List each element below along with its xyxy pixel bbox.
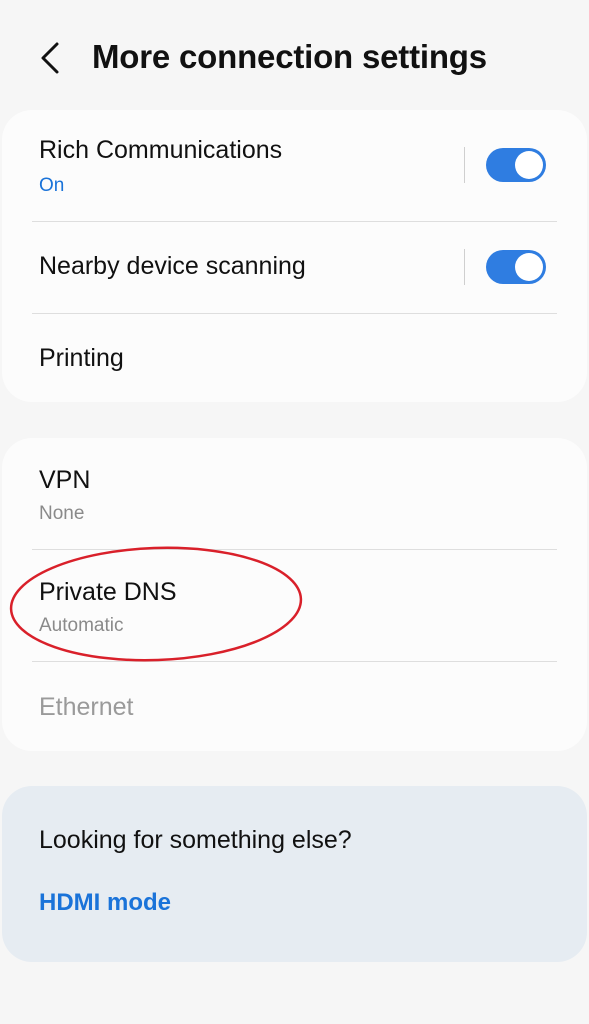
row-separator — [464, 249, 465, 285]
suggestions-heading: Looking for something else? — [39, 826, 352, 854]
toggle-knob — [515, 253, 543, 281]
connectivity-card: Rich Communications On Nearby device sca… — [2, 110, 587, 402]
header: More connection settings — [0, 0, 589, 110]
screen: More connection settings Rich Communicat… — [0, 0, 589, 1024]
hdmi-mode-link[interactable]: HDMI mode — [39, 889, 171, 917]
private-dns-row[interactable]: Private DNS Automatic — [2, 550, 587, 661]
nearby-device-scanning-row[interactable]: Nearby device scanning — [2, 222, 587, 314]
back-button[interactable] — [28, 36, 72, 80]
rich-communications-title: Rich Communications — [39, 136, 283, 164]
vpn-status: None — [39, 503, 85, 524]
page-title: More connection settings — [92, 38, 487, 75]
rich-communications-toggle[interactable] — [486, 148, 546, 182]
private-dns-status: Automatic — [39, 615, 124, 636]
vpn-row[interactable]: VPN None — [2, 438, 587, 549]
network-card: VPN None Private DNS Automatic Ethernet — [2, 438, 587, 751]
ethernet-row: Ethernet — [2, 662, 587, 751]
suggestions-card: Looking for something else? HDMI mode — [2, 786, 587, 962]
printing-title: Printing — [39, 344, 124, 372]
printing-row[interactable]: Printing — [2, 314, 587, 402]
vpn-title: VPN — [39, 466, 91, 494]
nearby-device-scanning-toggle[interactable] — [486, 250, 546, 284]
rich-communications-status: On — [39, 175, 65, 196]
ethernet-title: Ethernet — [39, 693, 134, 721]
toggle-knob — [515, 151, 543, 179]
nearby-device-scanning-title: Nearby device scanning — [39, 252, 306, 280]
chevron-left-icon — [41, 42, 59, 74]
rich-communications-row[interactable]: Rich Communications On — [2, 110, 587, 222]
row-separator — [464, 147, 465, 183]
private-dns-title: Private DNS — [39, 578, 177, 606]
